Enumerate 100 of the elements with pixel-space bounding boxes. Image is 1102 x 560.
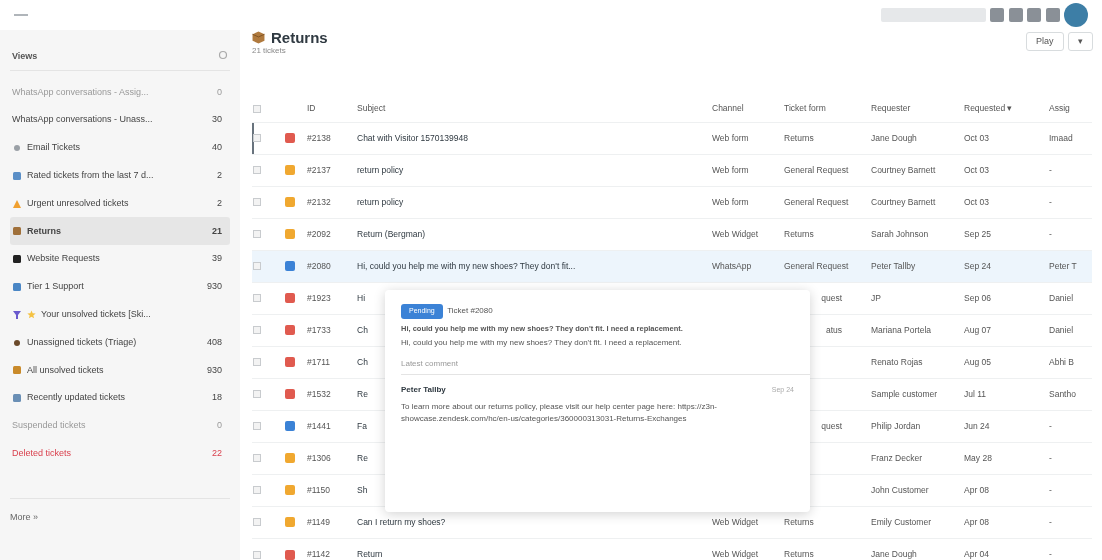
play-button[interactable]: Play [1026,32,1064,52]
row-checkbox[interactable] [253,198,261,207]
requester-name: JP [871,292,881,303]
view-item[interactable]: Deleted tickets 22 [10,439,230,468]
row-checkbox[interactable] [253,326,261,335]
ticket-id: #2080 [307,260,331,271]
view-count: 0 [217,85,222,99]
ticket-id: #1711 [307,356,330,367]
column-header[interactable]: Channel [712,103,744,114]
view-count: 408 [206,335,222,349]
row-checkbox[interactable] [253,358,261,367]
ticket-id: #2132 [307,196,331,207]
channel-text: Web form [712,164,749,175]
channel-text: Web Widget [712,516,759,527]
ticket-id: #1306 [307,452,331,463]
ticket-subject[interactable]: Fa [357,420,367,431]
view-count: 30 [212,113,222,127]
toolbar-icon[interactable] [1027,8,1041,22]
column-header[interactable]: Requested ▾ [964,103,1013,114]
ticket-id: #1150 [307,484,330,495]
ticket-subject[interactable]: return policy [357,164,404,175]
assignee-name: - [1049,452,1052,463]
ticket-id: #1733 [307,324,331,335]
assignee-name: Daniel [1049,324,1074,335]
row-checkbox[interactable] [253,486,261,495]
requested-date: Aug 05 [964,356,991,367]
requester-name: Mariana Portela [871,324,931,335]
comment-author: Peter Tallby [401,384,446,396]
column-header[interactable]: Requester [871,103,911,114]
assignee-name: Daniel [1049,292,1074,303]
view-item[interactable]: Website Requests 39 [10,245,230,274]
requested-date: Apr 08 [964,484,990,495]
ticket-subject[interactable]: Return [357,548,383,559]
requester-name: Courtney Barnett [871,196,936,207]
assignee-name: - [1049,164,1052,175]
ticket-subject[interactable]: Sh [357,484,368,495]
toolbar-icon[interactable] [1045,8,1060,22]
view-item[interactable]: All unsolved tickets 930 [10,356,230,385]
ticket-subject[interactable]: Hi [357,292,366,303]
view-item[interactable]: Rated tickets from the last 7 d... 2 [10,161,230,190]
assignee-name: Imaad [1049,132,1073,143]
select-all-checkbox[interactable] [253,105,261,114]
box-icon [252,31,265,44]
row-checkbox[interactable] [253,518,261,527]
view-count: 18 [212,391,222,405]
view-count: 930 [206,363,222,377]
column-header[interactable]: Assig [1049,103,1070,114]
row-checkbox[interactable] [253,550,261,559]
view-item[interactable]: Returns 21 [10,217,230,246]
ticket-subject[interactable]: Re [357,452,368,463]
column-header[interactable]: Subject [357,103,386,114]
avatar[interactable] [1064,3,1088,27]
ticket-id: #1142 [307,548,330,559]
ticket-id: #1441 [307,420,331,431]
channel-text: Web form [712,196,749,207]
view-item[interactable]: Unassigned tickets (Triage) 408 [10,328,230,357]
ticket-id: #1149 [307,516,330,527]
assignee-name: Abhi B [1049,356,1075,367]
more-link[interactable]: More » [10,497,230,525]
assignee-name: - [1049,420,1052,431]
channel-text: Web Widget [712,548,759,559]
view-item[interactable]: Tier 1 Support 930 [10,273,230,301]
ticket-form-text: General Request [784,164,849,175]
row-checkbox[interactable] [253,422,261,431]
view-item[interactable]: Your unsolved tickets [Ski... [10,300,230,329]
ticket-subject[interactable]: Return (Bergman) [357,228,426,239]
view-count: 22 [212,447,222,460]
column-header[interactable]: Ticket form [784,103,826,114]
row-checkbox[interactable] [253,230,261,239]
view-item[interactable]: Email Tickets 40 [10,134,230,162]
requested-date: May 28 [964,452,992,463]
search-field[interactable] [880,8,986,22]
assignee-name: - [1049,228,1052,239]
menu-button[interactable]: ▾ [1068,32,1093,52]
ticket-subject[interactable]: Chat with Visitor 1570139948 [357,132,468,143]
column-header[interactable]: ID [307,103,316,114]
view-item[interactable]: Recently updated tickets 18 [10,384,230,413]
ticket-form-text: Returns [784,228,814,239]
assignee-name: - [1049,484,1052,495]
requested-date: Sep 25 [964,228,991,239]
row-checkbox[interactable] [253,166,261,175]
row-checkbox[interactable] [253,294,261,303]
view-item[interactable]: Urgent unresolved tickets 2 [10,189,230,218]
ticket-subject[interactable]: Re [357,388,368,399]
ticket-form-text: Returns [784,516,814,527]
ticket-subject[interactable]: Can I return my shoes? [357,516,446,527]
row-checkbox[interactable] [253,262,261,271]
ticket-form-text: quest [821,292,842,303]
row-checkbox[interactable] [253,134,261,143]
ticket-subject[interactable]: return policy [357,196,404,207]
assignee-name: - [1049,548,1052,559]
ticket-subject[interactable]: Ch [357,356,368,367]
toolbar-icon[interactable] [1008,8,1023,22]
row-checkbox[interactable] [253,390,261,399]
requester-name: Sarah Johnson [871,228,929,239]
comment-text: To learn more about our returns policy, please visit our help center page here: https://z3n-showcase.zendesk.com/hc/en-us/categories/360000313031-Returns-Exchanges [401,400,719,425]
ticket-subject[interactable]: Ch [357,324,368,335]
toolbar-icon[interactable] [990,8,1004,22]
view-item[interactable]: WhatsApp conversations - Unass... 30 [10,106,230,135]
row-checkbox[interactable] [253,454,261,463]
